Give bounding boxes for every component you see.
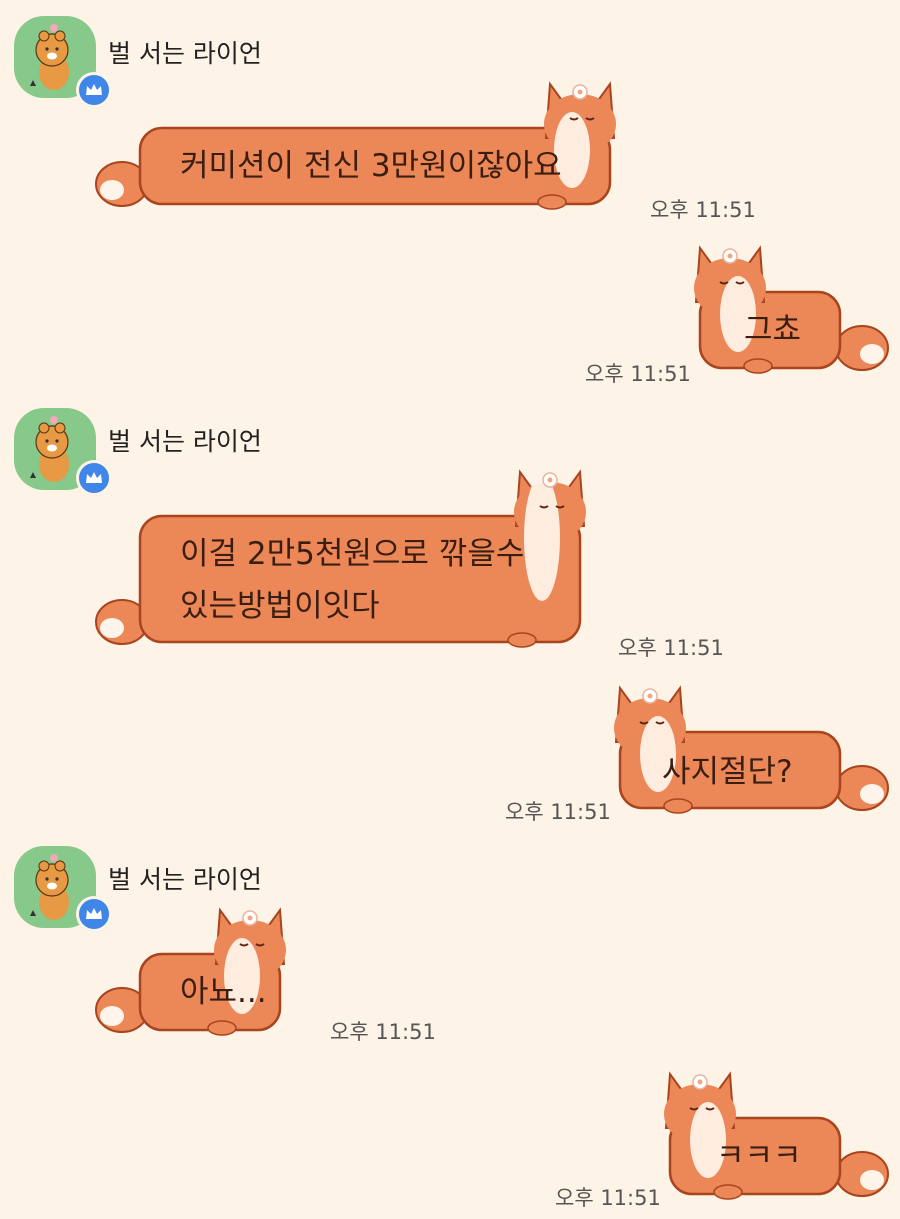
- message-text-line: 이걸 2만5천원으로 깎을수: [180, 536, 525, 572]
- message-text: 사지절단?: [662, 754, 793, 790]
- message-text-line: 있는방법이잇다: [180, 588, 380, 624]
- message-bubble-sent[interactable]: 사지절단?: [580, 676, 890, 826]
- message-timestamp: 오후 11:51: [650, 198, 756, 222]
- message-bubble-received[interactable]: 커미션이 전신 3만원이잖아요: [95, 72, 660, 222]
- message-text: 아뇨...: [180, 974, 267, 1010]
- sender-avatar[interactable]: [14, 408, 112, 496]
- message-text: 그쵸: [744, 312, 802, 348]
- message-timestamp: 오후 11:51: [505, 800, 611, 824]
- message-text: 커미션이 전신 3만원이잖아요: [180, 148, 562, 184]
- sender-name: 벌 서는 라이언: [108, 39, 262, 68]
- message-bubble-received[interactable]: 이걸 2만5천원으로 깎을수 있는방법이잇다: [95, 460, 630, 660]
- message-timestamp: 오후 11:51: [330, 1020, 436, 1044]
- sender-avatar[interactable]: [14, 846, 112, 932]
- message-timestamp: 오후 11:51: [585, 362, 691, 386]
- sender-name: 벌 서는 라이언: [108, 865, 262, 894]
- message-text: ㅋㅋㅋ: [716, 1138, 802, 1174]
- message-bubble-sent[interactable]: ㅋㅋㅋ: [630, 1062, 890, 1212]
- sender-avatar[interactable]: [14, 16, 112, 108]
- message-bubble-sent[interactable]: 그쵸: [660, 236, 890, 386]
- message-timestamp: 오후 11:51: [618, 636, 724, 660]
- message-bubble-received[interactable]: 아뇨...: [95, 898, 330, 1048]
- sender-name: 벌 서는 라이언: [108, 427, 262, 456]
- message-timestamp: 오후 11:51: [555, 1186, 661, 1210]
